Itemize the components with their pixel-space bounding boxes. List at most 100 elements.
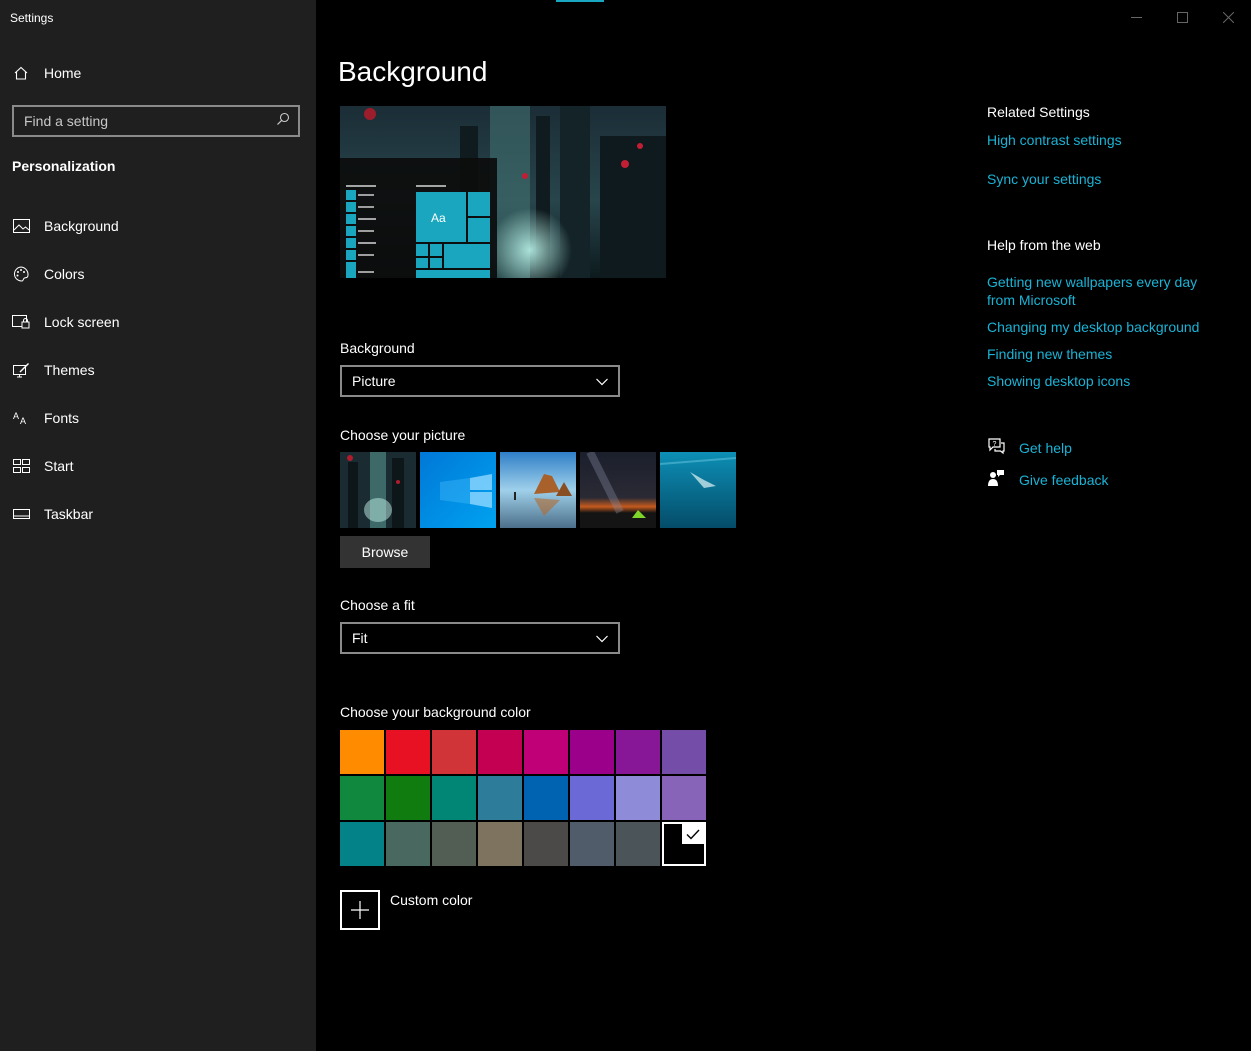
svg-text:?: ?	[993, 441, 997, 448]
color-swatch[interactable]	[386, 730, 430, 774]
choose-picture-label: Choose your picture	[340, 427, 466, 443]
get-help-label: Get help	[1019, 440, 1072, 456]
color-swatch[interactable]	[386, 776, 430, 820]
fit-dropdown[interactable]: Fit	[340, 622, 620, 654]
sidebar-nav: Background Colors Lock screen Themes AA …	[0, 202, 316, 538]
picture-thumbnail-underwater[interactable]	[660, 452, 736, 528]
color-swatch[interactable]	[570, 822, 614, 866]
close-button[interactable]	[1205, 0, 1251, 34]
color-swatch[interactable]	[570, 730, 614, 774]
close-icon	[1222, 11, 1234, 23]
sync-settings-link[interactable]: Sync your settings	[987, 170, 1101, 188]
lock-screen-icon	[12, 313, 30, 331]
sidebar-item-label: Lock screen	[44, 314, 120, 330]
feedback-icon	[987, 469, 1005, 490]
background-type-value: Picture	[352, 373, 396, 389]
page-title: Background	[338, 56, 488, 87]
color-swatch[interactable]	[616, 822, 660, 866]
picture-thumbnail-windows[interactable]	[420, 452, 496, 528]
sidebar-item-label: Background	[44, 218, 119, 234]
sidebar-item-taskbar[interactable]: Taskbar	[0, 490, 316, 538]
color-swatch[interactable]	[432, 776, 476, 820]
sidebar-item-label: Themes	[44, 362, 95, 378]
sidebar-item-fonts[interactable]: AA Fonts	[0, 394, 316, 442]
fonts-icon: AA	[12, 409, 30, 427]
color-swatch[interactable]	[478, 776, 522, 820]
related-settings-heading: Related Settings	[987, 104, 1090, 120]
color-swatch[interactable]	[340, 776, 384, 820]
color-swatch[interactable]	[662, 776, 706, 820]
sidebar-item-lock-screen[interactable]: Lock screen	[0, 298, 316, 346]
fit-value: Fit	[352, 630, 368, 646]
color-swatch[interactable]	[662, 822, 706, 866]
minimize-button[interactable]	[1113, 0, 1159, 34]
color-swatch[interactable]	[570, 776, 614, 820]
color-swatch[interactable]	[432, 822, 476, 866]
picture-icon	[12, 217, 30, 235]
chevron-down-icon	[596, 373, 608, 389]
home-label: Home	[44, 65, 82, 81]
sidebar-item-label: Fonts	[44, 410, 80, 426]
sidebar-item-themes[interactable]: Themes	[0, 346, 316, 394]
color-swatch[interactable]	[524, 730, 568, 774]
get-help-link[interactable]: ? Get help	[987, 438, 1072, 458]
palette-icon	[12, 265, 30, 283]
background-type-dropdown[interactable]: Picture	[340, 365, 620, 397]
checkmark-icon	[682, 824, 704, 844]
plus-icon	[340, 890, 380, 930]
picture-thumbnail-night-sky[interactable]	[580, 452, 656, 528]
color-swatch[interactable]	[616, 776, 660, 820]
desktop-preview: Aa	[340, 106, 666, 278]
svg-text:A: A	[20, 416, 26, 425]
sidebar: Settings Home Personalization Background…	[0, 0, 316, 1051]
picture-thumbnails	[340, 452, 736, 528]
chat-help-icon: ?	[987, 438, 1005, 458]
home-icon	[12, 64, 30, 82]
taskbar-icon	[12, 505, 30, 523]
svg-text:A: A	[13, 411, 19, 421]
wallpaper-preview-image: Aa	[340, 106, 666, 278]
sidebar-item-colors[interactable]: Colors	[0, 250, 316, 298]
wallpapers-help-link[interactable]: Getting new wallpapers every day from Mi…	[987, 273, 1212, 309]
color-swatch[interactable]	[340, 822, 384, 866]
custom-color-label: Custom color	[390, 892, 473, 908]
search-icon[interactable]	[276, 112, 290, 131]
search-input[interactable]	[24, 113, 276, 129]
color-swatch[interactable]	[616, 730, 660, 774]
color-swatch[interactable]	[524, 822, 568, 866]
help-web-heading: Help from the web	[987, 237, 1101, 253]
sidebar-item-background[interactable]: Background	[0, 202, 316, 250]
color-swatch[interactable]	[340, 730, 384, 774]
color-palette	[340, 730, 706, 866]
search-box[interactable]	[12, 105, 300, 137]
choose-fit-label: Choose a fit	[340, 597, 415, 613]
desktop-icons-help-link[interactable]: Showing desktop icons	[987, 372, 1130, 390]
desktop-background-help-link[interactable]: Changing my desktop background	[987, 318, 1199, 336]
themes-help-link[interactable]: Finding new themes	[987, 345, 1112, 363]
chevron-down-icon	[596, 630, 608, 646]
maximize-button[interactable]	[1159, 0, 1205, 34]
picture-thumbnail-beach[interactable]	[500, 452, 576, 528]
background-color-label: Choose your background color	[340, 704, 531, 720]
title-bar-accent	[556, 0, 604, 2]
high-contrast-link[interactable]: High contrast settings	[987, 131, 1122, 149]
sidebar-item-start[interactable]: Start	[0, 442, 316, 490]
color-swatch[interactable]	[524, 776, 568, 820]
themes-icon	[12, 361, 30, 379]
minimize-icon	[1130, 16, 1142, 18]
give-feedback-link[interactable]: Give feedback	[987, 469, 1109, 490]
preview-tile-label: Aa	[431, 211, 446, 225]
browse-button[interactable]: Browse	[340, 536, 430, 568]
color-swatch[interactable]	[386, 822, 430, 866]
background-type-label: Background	[340, 340, 415, 356]
home-button[interactable]: Home	[12, 64, 81, 82]
color-swatch[interactable]	[662, 730, 706, 774]
color-swatch[interactable]	[432, 730, 476, 774]
color-swatch[interactable]	[478, 822, 522, 866]
maximize-icon	[1176, 11, 1188, 23]
custom-color-button[interactable]: Custom color	[340, 890, 472, 930]
give-feedback-label: Give feedback	[1019, 471, 1109, 488]
start-icon	[12, 457, 30, 475]
color-swatch[interactable]	[478, 730, 522, 774]
picture-thumbnail-city[interactable]	[340, 452, 416, 528]
